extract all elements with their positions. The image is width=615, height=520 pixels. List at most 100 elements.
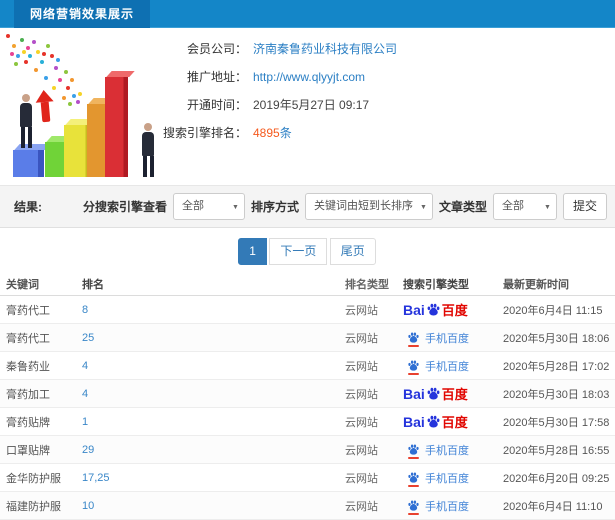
updated-time-cell: 2020年5月28日 17:02 <box>503 360 610 373</box>
up-arrow-icon <box>34 89 56 123</box>
ranking-count-row: 搜索引擎排名： 4895 条 <box>155 119 610 147</box>
filter-bar: 结果: 分搜索引擎查看 全部 排序方式 关键词由短到长排序 文章类型 全部 提交 <box>0 185 615 228</box>
rank-link[interactable]: 4 <box>82 388 88 400</box>
engine-cell: Bai 百度 <box>403 384 503 403</box>
engine-cell: Bai 百度 <box>403 412 503 431</box>
baidu-paw-icon <box>426 386 441 401</box>
engine-cell: 手机百度 <box>403 358 503 375</box>
member-company-row: 会员公司： 济南秦鲁药业科技有限公司 <box>155 35 610 63</box>
ranking-count-value: 4895 <box>253 126 280 140</box>
updated-time-cell: 2020年5月30日 18:03 <box>503 388 610 401</box>
article-type-select[interactable]: 全部 <box>492 193 557 220</box>
result-label: 结果: <box>14 200 42 214</box>
header-rank: 排名 <box>82 278 104 291</box>
rank-type-cell: 云网站 <box>345 444 378 457</box>
businessman-figure-left <box>16 94 36 148</box>
rank-link[interactable]: 10 <box>82 500 94 512</box>
table-row: 口罩贴牌 29 云网站 手机百度 2020年5月28日 16:55 <box>0 436 615 464</box>
rank-type-cell: 云网站 <box>345 500 378 513</box>
rank-link[interactable]: 4 <box>82 360 88 372</box>
bar-red <box>105 77 128 177</box>
rank-type-cell: 云网站 <box>345 332 378 345</box>
next-page-button[interactable]: 下一页 <box>269 238 328 265</box>
baidu-logo-du-text: 百度 <box>441 387 468 402</box>
engine-label: 手机百度 <box>425 332 469 345</box>
open-date-value: 2019年5月27日 09:17 <box>253 98 370 112</box>
engine-cell: 手机百度 <box>403 442 503 459</box>
baidu-logo: Bai 百度 <box>403 412 468 431</box>
keyword-cell: 膏药代工 <box>6 304 50 317</box>
open-date-label: 开通时间： <box>186 98 247 112</box>
pagination: 1 下一页 尾页 <box>0 238 615 265</box>
keyword-cell: 膏药加工 <box>6 388 50 401</box>
rank-link[interactable]: 25 <box>82 332 94 344</box>
member-company-label: 会员公司： <box>186 42 247 56</box>
keyword-cell: 膏药贴牌 <box>6 416 50 429</box>
sort-filter-label: 排序方式 <box>250 200 299 214</box>
member-info: 会员公司： 济南秦鲁药业科技有限公司 推广地址： http://www.qlyy… <box>155 35 610 147</box>
table-header-row: 关键词 排名 排名类型 搜索引擎类型 最新更新时间 <box>0 272 615 296</box>
keyword-cell: 口罩贴牌 <box>6 444 50 457</box>
keyword-cell: 金华防护服 <box>6 472 61 485</box>
rank-link[interactable]: 8 <box>82 304 88 316</box>
engine-label: 手机百度 <box>425 444 469 457</box>
rank-type-cell: 云网站 <box>345 472 378 485</box>
table-row: 膏药加工 4 云网站 Bai 百度 2020年5月30日 18:03 <box>0 380 615 408</box>
header-engine-type: 搜索引擎类型 <box>403 278 469 291</box>
baidu-logo: Bai 百度 <box>403 300 468 319</box>
keyword-cell: 膏药代工 <box>6 332 50 345</box>
header-keyword: 关键词 <box>6 278 39 291</box>
engine-cell: Bai 百度 <box>403 300 503 319</box>
mobile-baidu-paw-icon <box>407 331 420 347</box>
mobile-baidu-badge: 手机百度 <box>407 330 469 347</box>
keyword-cell: 福建防护服 <box>6 500 61 513</box>
mobile-baidu-paw-icon <box>407 443 420 459</box>
mobile-baidu-badge: 手机百度 <box>407 442 469 459</box>
table-row: 金华防护服 17,25 云网站 手机百度 2020年6月20日 09:25 <box>0 464 615 492</box>
updated-time-cell: 2020年6月4日 11:15 <box>503 304 603 317</box>
baidu-paw-icon <box>426 414 441 429</box>
rank-type-cell: 云网站 <box>345 388 378 401</box>
promo-url-link[interactable]: http://www.qlyyjt.com <box>253 63 365 91</box>
header-updated: 最新更新时间 <box>503 278 569 291</box>
updated-time-cell: 2020年5月30日 17:58 <box>503 416 610 429</box>
baidu-logo-du-text: 百度 <box>441 415 468 430</box>
engine-filter-select[interactable]: 全部 <box>172 193 245 220</box>
keyword-cell: 秦鲁药业 <box>6 360 50 373</box>
table-row: 膏药贴牌 1 云网站 Bai 百度 2020年5月30日 17:58 <box>0 408 615 436</box>
engine-label: 手机百度 <box>425 500 469 513</box>
engine-cell: 手机百度 <box>403 470 503 487</box>
submit-button[interactable]: 提交 <box>562 193 607 220</box>
table-row: 膏药代工 8 云网站 Bai 百度 2020年6月4日 11:15 <box>0 296 615 324</box>
article-type-label: 文章类型 <box>438 200 487 214</box>
ranking-count-label: 搜索引擎排名： <box>162 126 247 140</box>
rank-type-cell: 云网站 <box>345 416 378 429</box>
top-bar: 网络营销效果展示 <box>0 0 615 28</box>
mobile-baidu-badge: 手机百度 <box>407 358 469 375</box>
table-row: 膏药代工 25 云网站 手机百度 2020年5月30日 18:06 <box>0 324 615 352</box>
engine-label: 手机百度 <box>425 360 469 373</box>
rank-link[interactable]: 1 <box>82 416 88 428</box>
bar-blue <box>13 150 44 177</box>
rank-link[interactable]: 17,25 <box>82 472 110 484</box>
page-title: 网络营销效果展示 <box>14 0 151 28</box>
mobile-baidu-badge: 手机百度 <box>407 470 469 487</box>
promo-url-row: 推广地址： http://www.qlyyjt.com <box>155 63 610 91</box>
sort-filter-select[interactable]: 关键词由短到长排序 <box>304 193 433 220</box>
mobile-baidu-paw-icon <box>407 499 420 515</box>
mobile-baidu-paw-icon <box>407 359 420 375</box>
table-row: 秦鲁药业 4 云网站 手机百度 2020年5月28日 17:02 <box>0 352 615 380</box>
engine-filter-label: 分搜索引擎查看 <box>82 200 167 214</box>
baidu-logo-bai-text: Bai <box>403 301 425 318</box>
engine-cell: 手机百度 <box>403 330 503 347</box>
updated-time-cell: 2020年5月28日 16:55 <box>503 444 610 457</box>
mobile-baidu-paw-icon <box>407 471 420 487</box>
page-1-button[interactable]: 1 <box>238 238 267 265</box>
rank-link[interactable]: 29 <box>82 444 94 456</box>
member-company-link[interactable]: 济南秦鲁药业科技有限公司 <box>253 35 397 63</box>
updated-time-cell: 2020年6月20日 09:25 <box>503 472 610 485</box>
last-page-button[interactable]: 尾页 <box>329 238 376 265</box>
open-date-row: 开通时间： 2019年5月27日 09:17 <box>155 91 610 119</box>
ranking-count-unit: 条 <box>279 126 292 140</box>
baidu-logo-du-text: 百度 <box>441 303 468 318</box>
